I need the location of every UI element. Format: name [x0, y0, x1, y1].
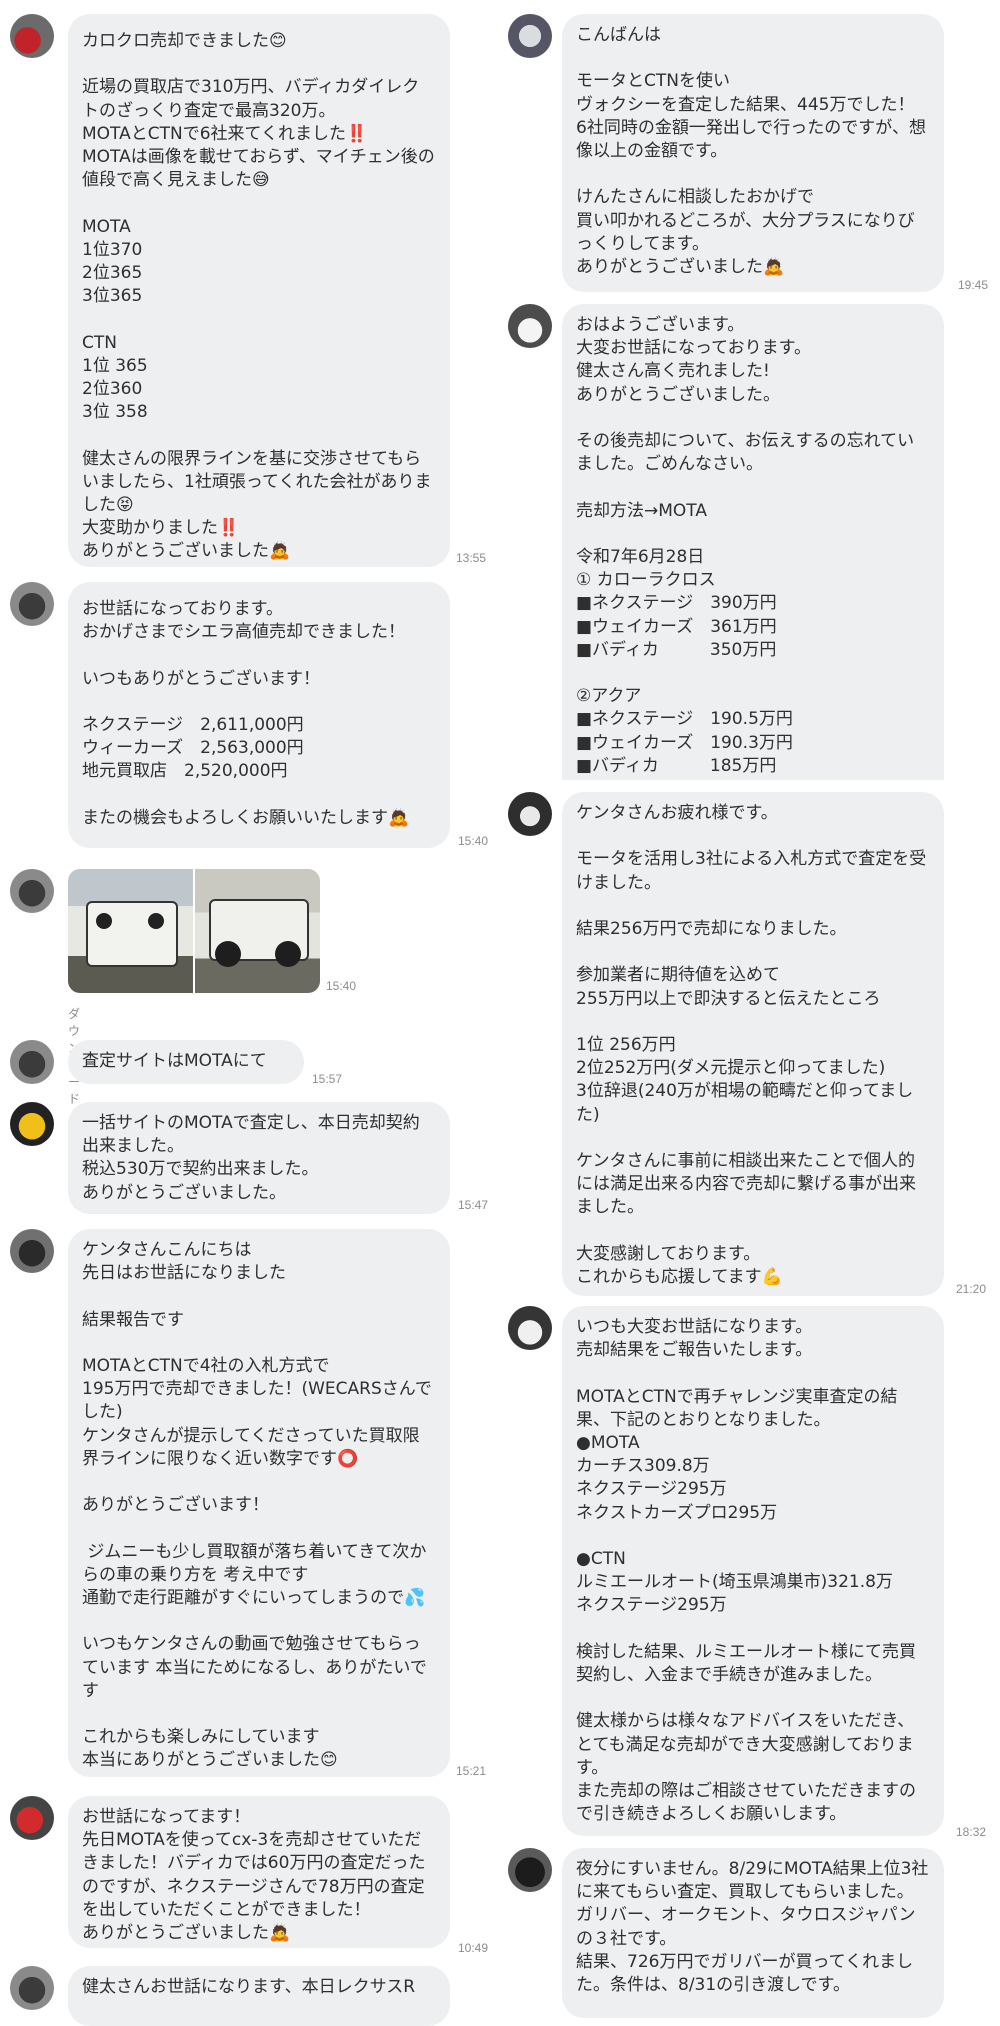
- message-time: 15:47: [458, 1198, 489, 1212]
- message-time: 19:45: [958, 278, 989, 292]
- message-bubble: ケンタさんこんにちは 先日はお世話になりました 結果報告です MOTAとCTNで…: [68, 1229, 450, 1777]
- avatar[interactable]: [10, 14, 54, 58]
- avatar[interactable]: [10, 582, 54, 626]
- message-bubble: 夜分にすいません。8/29にMOTA結果上位3社に来てもらい査定、買取してもらい…: [562, 1848, 944, 2018]
- avatar[interactable]: [508, 1848, 552, 1892]
- jimny-side-photo[interactable]: [195, 869, 320, 993]
- left-column: カロクロ売却できました😊 近場の買取店で310万円、バディカダイレクトのざっくり…: [0, 0, 500, 2026]
- message-time: 15:40: [458, 834, 489, 848]
- message-time: 13:55: [456, 551, 487, 565]
- avatar[interactable]: [508, 1306, 552, 1350]
- right-column: こんばんは モータとCTNを使い ヴォクシーを査定した結果、445万でした！ 6…: [500, 0, 1000, 2018]
- avatar[interactable]: [508, 14, 552, 58]
- avatar[interactable]: [10, 1040, 54, 1084]
- jimny-front-photo[interactable]: [68, 869, 193, 993]
- message-bubble: こんばんは モータとCTNを使い ヴォクシーを査定した結果、445万でした！ 6…: [562, 14, 944, 292]
- message-bubble: おはようございます。 大変お世話になっております。 健太さん高く売れました! あ…: [562, 304, 944, 780]
- message-time: 21:20: [956, 1282, 987, 1296]
- avatar[interactable]: [508, 304, 552, 348]
- message-time: 10:49: [458, 1941, 489, 1955]
- message-bubble: 健太さんお世話になります、本日レクサスR: [68, 1966, 450, 2026]
- message-time: 15:57: [312, 1072, 343, 1086]
- avatar[interactable]: [10, 1102, 54, 1146]
- message-bubble: ケンタさんお疲れ様です。 モータを活用し3社による入札方式で査定を受けました。 …: [562, 792, 944, 1296]
- message-bubble: いつも大変お世話になります。 売却結果をご報告いたします。 MOTAとCTNで再…: [562, 1306, 944, 1836]
- message-time: 18:32: [956, 1825, 987, 1839]
- message-time: 15:21: [456, 1764, 487, 1778]
- avatar[interactable]: [10, 1229, 54, 1273]
- avatar[interactable]: [10, 1796, 54, 1840]
- avatar[interactable]: [10, 1966, 54, 2010]
- avatar[interactable]: [10, 869, 54, 913]
- message-bubble: お世話になっております。 おかげさまでシエラ高値売却できました！ いつもありがと…: [68, 582, 450, 848]
- message-bubble: 査定サイトはMOTAにて: [68, 1040, 304, 1084]
- message-bubble: カロクロ売却できました😊 近場の買取店で310万円、バディカダイレクトのざっくり…: [68, 14, 450, 567]
- message-bubble: 一括サイトのMOTAで査定し、本日売却契約出来ました。 税込530万で契約出来ま…: [68, 1102, 450, 1214]
- photo-attachment[interactable]: [68, 869, 320, 993]
- message-bubble: お世話になってます！ 先日MOTAを使ってcx-3を売却させていただきました！バ…: [68, 1796, 450, 1948]
- avatar[interactable]: [508, 792, 552, 836]
- message-time: 15:40: [326, 979, 357, 993]
